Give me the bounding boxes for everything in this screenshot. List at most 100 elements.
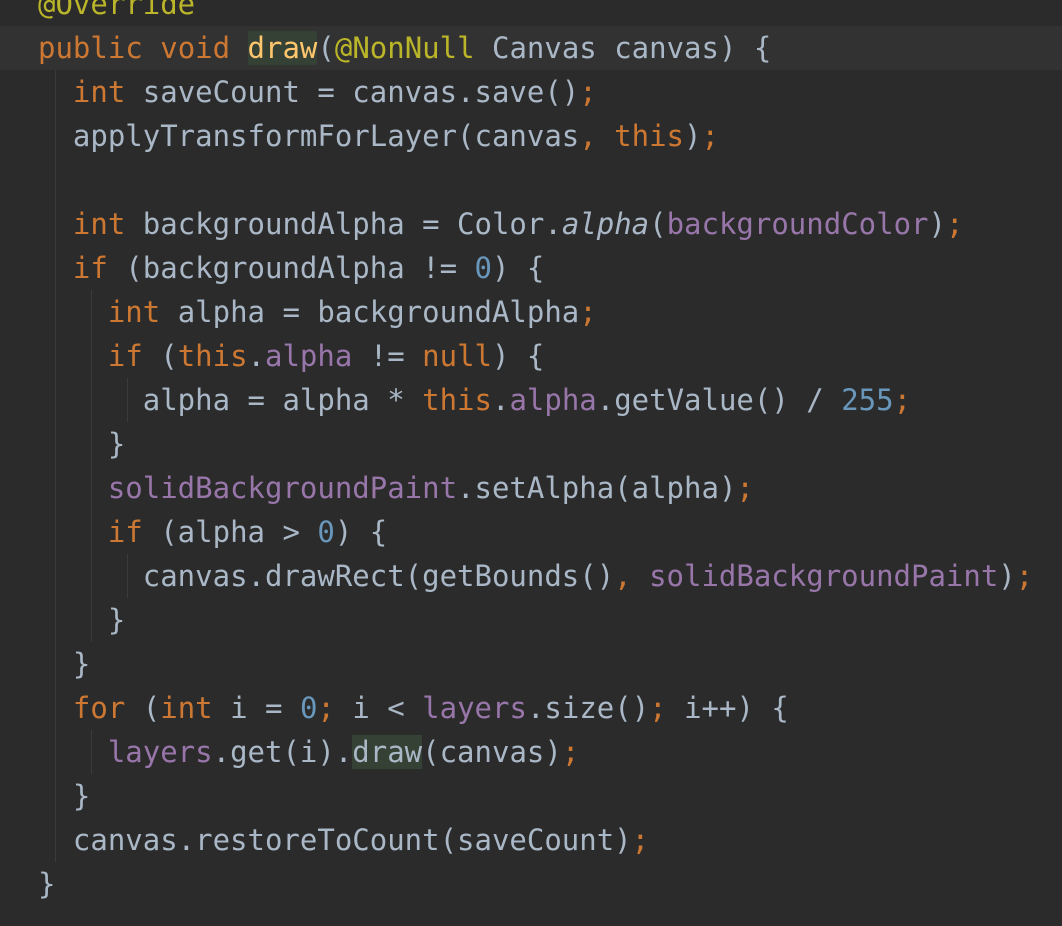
- code-token: .get(i).: [212, 735, 353, 769]
- code-token: i =: [212, 691, 300, 725]
- code-token: Canvas canvas) {: [474, 31, 772, 65]
- code-token: 0: [299, 691, 318, 725]
- code-line[interactable]: alpha = alpha * this.alpha.getValue() / …: [0, 378, 1062, 422]
- code-token: }: [72, 647, 91, 681]
- code-token: @NonNull: [334, 31, 475, 65]
- code-line[interactable]: canvas.drawRect(getBounds(), solidBackgr…: [0, 554, 1062, 598]
- code-token: 0: [317, 515, 335, 549]
- code-token: canvas.restoreToCount(saveCount): [72, 823, 632, 857]
- code-token: int: [160, 691, 213, 725]
- code-lines: @Override public void draw(@NonNull Canva…: [0, 0, 1062, 906]
- code-line[interactable]: }: [0, 862, 1062, 906]
- code-token: if: [72, 251, 108, 285]
- code-token: (: [317, 31, 335, 65]
- code-line[interactable]: if (this.alpha != null) {: [0, 334, 1062, 378]
- code-token: for: [72, 691, 126, 725]
- code-token: ): [998, 559, 1016, 593]
- indent-guide: [91, 730, 92, 774]
- code-token: int: [72, 207, 126, 241]
- code-token: !=: [352, 339, 423, 373]
- code-line[interactable]: [0, 158, 1062, 202]
- code-token: ) {: [334, 515, 388, 549]
- code-line[interactable]: for (int i = 0; i < layers.size(); i++) …: [0, 686, 1062, 730]
- code-line[interactable]: if (alpha > 0) {: [0, 510, 1062, 554]
- code-token: 0: [474, 251, 492, 285]
- code-token: ) {: [491, 251, 545, 285]
- code-line[interactable]: public void draw(@NonNull Canvas canvas)…: [0, 26, 1062, 70]
- code-line[interactable]: if (backgroundAlpha != 0) {: [0, 246, 1062, 290]
- code-token: backgroundAlpha = Color.: [125, 207, 562, 241]
- code-token: @Override: [38, 0, 196, 21]
- indent-guide: [55, 158, 56, 202]
- indent-guide: [91, 598, 92, 642]
- code-line[interactable]: }: [0, 598, 1062, 642]
- code-token: .: [247, 339, 265, 373]
- code-token: alpha: [561, 207, 650, 241]
- code-token: ,: [614, 559, 650, 593]
- code-token: alpha: [509, 383, 597, 417]
- indent-guide: [55, 642, 56, 686]
- code-token: this: [422, 383, 492, 417]
- code-token: i <: [352, 691, 423, 725]
- code-editor[interactable]: @Override public void draw(@NonNull Canva…: [0, 0, 1062, 926]
- code-token: ;: [649, 691, 685, 725]
- indent-guide: [91, 334, 92, 378]
- code-token: solidBackgroundPaint: [107, 471, 458, 505]
- code-line[interactable]: solidBackgroundPaint.setAlpha(alpha);: [0, 466, 1062, 510]
- code-token: (: [125, 691, 161, 725]
- indent-guide: [91, 554, 92, 598]
- code-token: applyTransformForLayer(canvas: [72, 119, 580, 153]
- code-token: this: [177, 339, 248, 373]
- code-token: ;: [561, 735, 580, 769]
- code-line[interactable]: }: [0, 422, 1062, 466]
- code-token: void: [160, 31, 231, 65]
- code-token: (backgroundAlpha !=: [107, 251, 475, 285]
- code-token: (alpha >: [142, 515, 318, 549]
- code-line[interactable]: layers.get(i).draw(canvas);: [0, 730, 1062, 774]
- indent-guide: [55, 114, 56, 158]
- code-token: (: [142, 339, 178, 373]
- code-token: int: [72, 75, 126, 109]
- indent-guide: [55, 510, 56, 554]
- code-token: .size(): [526, 691, 650, 725]
- code-token: }: [107, 603, 126, 637]
- code-line[interactable]: applyTransformForLayer(canvas, this);: [0, 114, 1062, 158]
- indent-guide: [55, 730, 56, 774]
- code-token: if: [107, 515, 143, 549]
- code-token: alpha = alpha *: [142, 383, 423, 417]
- code-line[interactable]: int saveCount = canvas.save();: [0, 70, 1062, 114]
- code-token: ;: [701, 119, 719, 153]
- code-token: .getValue() /: [596, 383, 842, 417]
- indent-guide: [91, 510, 92, 554]
- indent-guide: [91, 422, 92, 466]
- code-token: 255: [841, 383, 894, 417]
- code-token: if: [107, 339, 143, 373]
- code-token: public: [38, 31, 143, 65]
- code-line[interactable]: canvas.restoreToCount(saveCount);: [0, 818, 1062, 862]
- indent-guide: [55, 818, 56, 862]
- indent-guide: [55, 598, 56, 642]
- code-token: (canvas): [422, 735, 562, 769]
- code-line[interactable]: @Override: [0, 0, 1062, 26]
- code-token: .: [491, 383, 510, 417]
- code-token: ;: [631, 823, 650, 857]
- indent-guide: [127, 554, 128, 598]
- code-token: ) {: [492, 339, 545, 373]
- code-line[interactable]: }: [0, 774, 1062, 818]
- indent-guide: [91, 378, 92, 422]
- code-line[interactable]: int alpha = backgroundAlpha;: [0, 290, 1062, 334]
- indent-guide: [55, 246, 56, 290]
- code-token: int: [107, 295, 161, 329]
- code-token: ;: [1015, 559, 1034, 593]
- code-token: alpha: [265, 339, 353, 373]
- code-token: draw: [352, 735, 423, 769]
- code-line[interactable]: int backgroundAlpha = Color.alpha(backgr…: [0, 202, 1062, 246]
- code-line[interactable]: }: [0, 642, 1062, 686]
- code-token: ): [928, 207, 946, 241]
